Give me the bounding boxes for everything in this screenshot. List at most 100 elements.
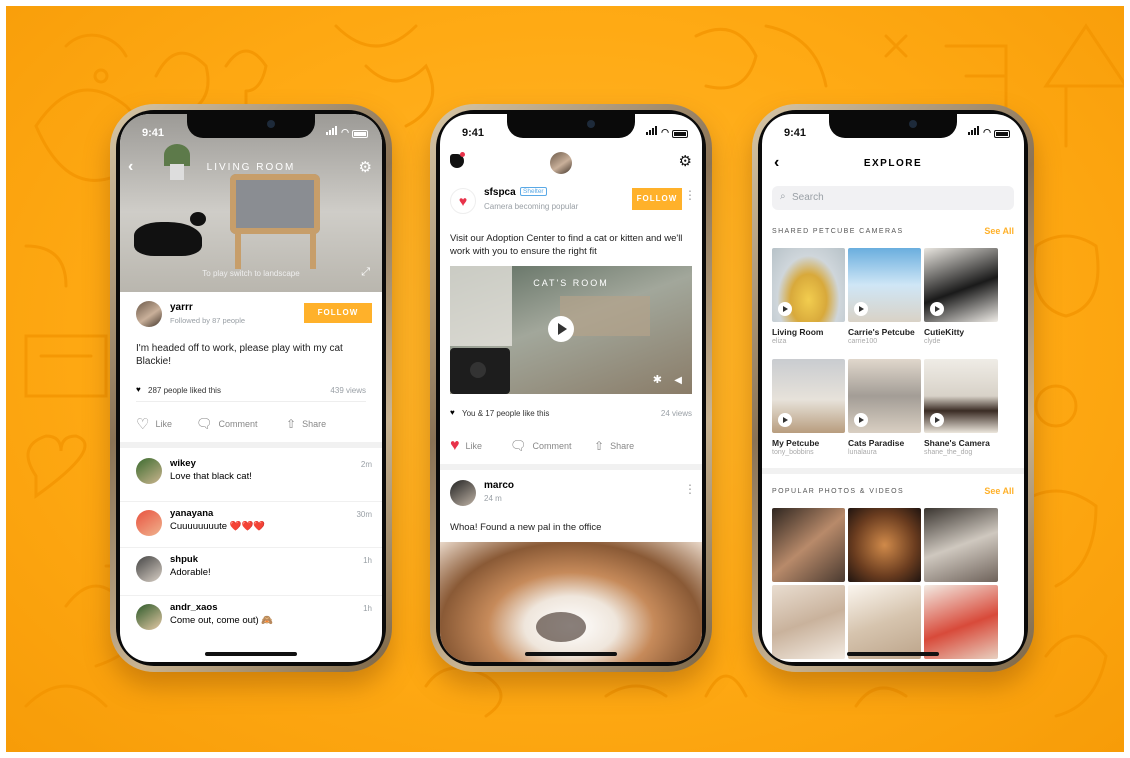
avatar[interactable] <box>450 480 476 506</box>
action-bar: ♡ Like 🗨 Comment ⇧ Share <box>136 414 382 434</box>
camera-user: tony_bobbins <box>772 449 814 456</box>
wifi-icon: ◠ <box>983 127 991 137</box>
photo-thumb[interactable] <box>924 508 998 582</box>
camera-card-thumb[interactable] <box>924 248 998 322</box>
petcube-device <box>450 348 510 394</box>
signal-icon <box>326 126 338 138</box>
photo-thumb[interactable] <box>924 585 998 659</box>
armchair <box>230 174 320 234</box>
volume-icon[interactable]: ◀ <box>674 375 682 386</box>
signal-icon <box>646 126 658 138</box>
comment-user: yanayana <box>170 508 214 519</box>
search-input[interactable]: ⌕ Search <box>772 186 1014 210</box>
profile-avatar[interactable] <box>550 152 572 174</box>
views-count: 439 views <box>330 386 366 395</box>
author-name[interactable]: marco <box>484 480 514 491</box>
action-bar: ♥ Like 🗨 Comment ⇧ Share <box>450 436 702 456</box>
phone3-screen: 9:41 ◠ ‹ EXPLORE ⌕ Search SHARED PETCUBE… <box>762 114 1024 662</box>
photo-thumb[interactable] <box>848 508 921 582</box>
post-text: Visit our Adoption Center to find a cat … <box>450 233 683 257</box>
camera-name: Living Room <box>772 327 824 337</box>
more-icon[interactable]: ⋮ <box>684 188 696 202</box>
follow-button[interactable]: FOLLOW <box>632 188 682 210</box>
camera-user: eliza <box>772 338 787 345</box>
comment-button[interactable]: 🗨 Comment <box>510 438 594 454</box>
search-placeholder: Search <box>792 192 824 203</box>
comment-item[interactable]: yanayana Cuuuuuuuute ❤️❤️❤️ 30m <box>120 502 382 548</box>
likes-count: 287 people liked this <box>148 386 221 395</box>
camera-card-thumb[interactable] <box>772 359 845 433</box>
more-icon[interactable]: ⋮ <box>684 482 696 496</box>
like-button[interactable]: ♡ Like <box>136 415 196 433</box>
dog-photo[interactable] <box>440 542 702 662</box>
comment-icon: 🗨 <box>510 438 527 453</box>
share-button[interactable]: ⇧ Share <box>286 417 326 431</box>
camera-name: Carrie's Petcube <box>848 327 915 337</box>
photo-thumb[interactable] <box>848 585 921 659</box>
gear-icon[interactable]: ⚙ <box>679 152 692 170</box>
play-icon <box>778 413 792 427</box>
photo-thumb[interactable] <box>772 508 845 582</box>
author-subtitle: Camera becoming popular <box>484 202 579 211</box>
post-text: Whoa! Found a new pal in the office <box>450 522 602 533</box>
followers-count: Followed by 87 people <box>170 316 246 325</box>
shelter-badge: Shelter <box>520 187 547 196</box>
share-button[interactable]: ⇧ Share <box>594 439 634 453</box>
page-title: EXPLORE <box>863 158 923 169</box>
heart-icon: ♥ <box>450 408 455 417</box>
author-name[interactable]: sfspca <box>484 187 516 198</box>
battery-icon <box>352 130 368 138</box>
comment-user: wikey <box>170 458 196 469</box>
search-icon: ⌕ <box>780 191 786 202</box>
comment-item[interactable]: shpuk Adorable! 1h <box>120 548 382 596</box>
comment-time: 30m <box>356 510 372 519</box>
heart-filled-icon: ♥ <box>450 437 460 454</box>
camera-name: Shane's Camera <box>924 438 990 448</box>
camera-card-thumb[interactable] <box>924 359 998 433</box>
phone-explore: 9:41 ◠ ‹ EXPLORE ⌕ Search SHARED PETCUBE… <box>752 104 1034 672</box>
sfspca-avatar[interactable]: ♥ <box>450 188 476 214</box>
expand-icon[interactable]: ⤢ <box>361 266 370 279</box>
camera-card-thumb[interactable] <box>848 248 921 322</box>
battery-icon <box>994 130 1010 138</box>
video-title: CAT'S ROOM <box>533 278 609 288</box>
see-all-link[interactable]: See All <box>984 486 1014 496</box>
landscape-hint: To play switch to landscape <box>202 269 300 278</box>
post-header: yarrr Followed by 87 people FOLLOW <box>120 298 382 332</box>
follow-button[interactable]: FOLLOW <box>304 303 372 323</box>
comment-button[interactable]: 🗨 Comment <box>196 416 286 432</box>
comment-text: Come out, come out) 🙈 <box>170 615 274 626</box>
avatar[interactable] <box>136 301 162 327</box>
snowflake-icon[interactable]: ✱ <box>653 373 662 386</box>
comment-item[interactable]: wikey Love that black cat! 2m <box>120 454 382 502</box>
camera-card-thumb[interactable] <box>772 248 845 322</box>
play-icon <box>930 413 944 427</box>
gear-icon[interactable]: ⚙ <box>359 158 372 176</box>
see-all-link[interactable]: See All <box>984 226 1014 236</box>
camera-card-thumb[interactable] <box>848 359 921 433</box>
camera-user: shane_the_dog <box>924 449 973 456</box>
comment-item[interactable]: andr_xaos Come out, come out) 🙈 1h <box>120 596 382 644</box>
comment-time: 1h <box>363 556 372 565</box>
comment-icon: 🗨 <box>196 416 213 431</box>
post-header: marco 24 m ⋮ <box>440 476 702 510</box>
author-name[interactable]: yarrr <box>170 302 193 313</box>
post-header: ♥ sfspca Shelter Camera becoming popular… <box>440 182 702 222</box>
views-count: 24 views <box>660 409 692 418</box>
like-button[interactable]: ♥ Like <box>450 437 510 455</box>
battery-icon <box>672 130 688 138</box>
camera-user: clyde <box>924 338 941 345</box>
share-icon: ⇧ <box>594 439 605 453</box>
black-cat <box>134 222 202 256</box>
photo-thumb[interactable] <box>772 585 845 659</box>
nav-bar: ‹ EXPLORE <box>762 154 1024 178</box>
dog-nose <box>536 612 586 642</box>
camera-name: My Petcube <box>772 438 820 448</box>
video-player[interactable]: CAT'S ROOM ✱ ◀ <box>450 266 692 394</box>
post-time: 24 m <box>484 494 502 503</box>
top-nav: ⚙ <box>440 150 702 178</box>
play-icon <box>930 302 944 316</box>
post-text: I'm headed off to work, please play with… <box>136 343 343 367</box>
section-title: SHARED PETCUBE CAMERAS <box>772 228 904 235</box>
phone-feed: 9:41 ◠ ⚙ ♥ sfspca Shelter Camera becomin… <box>430 104 712 672</box>
